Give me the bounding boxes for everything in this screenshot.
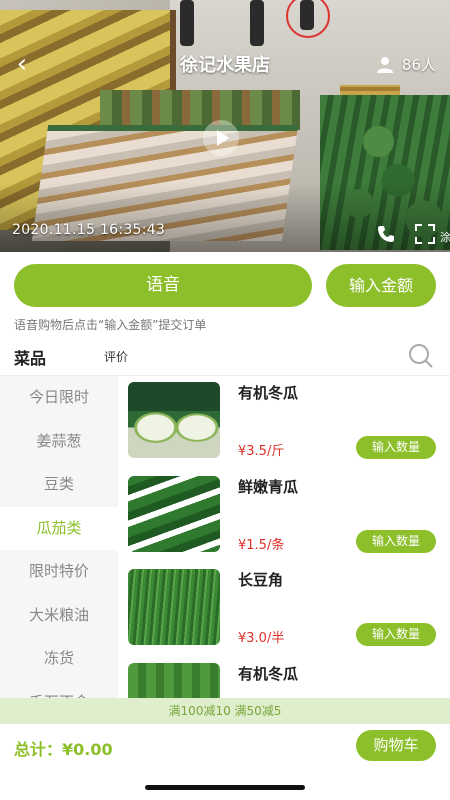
sidebar-item-specials[interactable]: 限时特价	[0, 550, 118, 594]
fullscreen-icon[interactable]	[414, 223, 436, 245]
video-person	[250, 0, 264, 46]
search-icon[interactable]	[408, 343, 434, 369]
enter-quantity-button[interactable]: 输入数量	[356, 436, 436, 459]
product-item[interactable]: 有机冬瓜 ¥3.5/斤 输入数量	[118, 376, 450, 470]
sidebar-item-partial[interactable]: 千万不会	[0, 681, 118, 699]
tab-dishes[interactable]: 菜品	[14, 345, 46, 369]
product-price: ¥3.5/斤	[238, 444, 285, 459]
sidebar-item-ginger-garlic[interactable]: 姜蒜葱	[0, 420, 118, 464]
sidebar-item-melons[interactable]: 瓜茄类	[0, 506, 118, 550]
product-name: 长豆角	[238, 571, 284, 589]
product-image	[128, 382, 220, 458]
voice-button[interactable]: 语音	[14, 264, 312, 307]
video-produce-band	[100, 90, 300, 130]
sidebar-item-today-limited[interactable]: 今日限时	[0, 376, 118, 420]
sidebar-item-beans[interactable]: 豆类	[0, 463, 118, 507]
product-item[interactable]: 有机冬瓜	[118, 657, 450, 698]
product-image	[128, 662, 220, 698]
product-name: 鲜嫩青瓜	[238, 477, 299, 496]
viewer-count: 86人	[376, 54, 436, 75]
video-person	[180, 0, 194, 46]
home-indicator	[145, 785, 305, 790]
product-name: 有机冬瓜	[238, 384, 299, 402]
enter-quantity-button[interactable]: 输入数量	[356, 623, 436, 646]
edge-text: 涂	[440, 231, 450, 244]
cart-button[interactable]: 购物车	[356, 730, 436, 761]
person-icon	[376, 56, 393, 73]
video-timestamp: 2020.11.15 16:35:43	[12, 222, 166, 238]
sidebar-item-rice-oil[interactable]: 大米粮油	[0, 594, 118, 638]
viewer-count-text: 86人	[401, 56, 436, 74]
product-item[interactable]: 长豆角 ¥3.0/半 输入数量	[118, 563, 450, 657]
order-total: 总计：¥0.00	[14, 740, 113, 759]
play-icon[interactable]	[203, 120, 239, 156]
voice-hint: 语音购物后点击“输入金额”提交订单	[14, 318, 207, 332]
enter-amount-button[interactable]: 输入金额	[326, 264, 436, 307]
product-name: 有机冬瓜	[238, 664, 299, 683]
product-item[interactable]: 鲜嫩青瓜 ¥1.5/条 输入数量	[118, 470, 450, 564]
product-image	[128, 475, 220, 552]
product-price: ¥3.0/半	[238, 631, 285, 646]
sidebar-item-frozen[interactable]: 冻货	[0, 637, 118, 681]
product-price: ¥1.5/条	[238, 537, 285, 553]
enter-quantity-button[interactable]: 输入数量	[356, 529, 436, 553]
category-sidebar[interactable]: 今日限时 姜蒜葱 豆类 瓜茄类 限时特价 大米粮油 冻货 千万不会	[0, 376, 118, 698]
product-image	[128, 569, 220, 645]
phone-icon[interactable]	[376, 224, 396, 244]
product-list[interactable]: 有机冬瓜 ¥3.5/斤 输入数量 鲜嫩青瓜 ¥1.5/条 输入数量 长豆角 ¥3…	[118, 376, 450, 698]
tab-reviews[interactable]: 评价	[104, 348, 128, 365]
promo-banner: 满100减10 满50减5	[0, 698, 450, 724]
